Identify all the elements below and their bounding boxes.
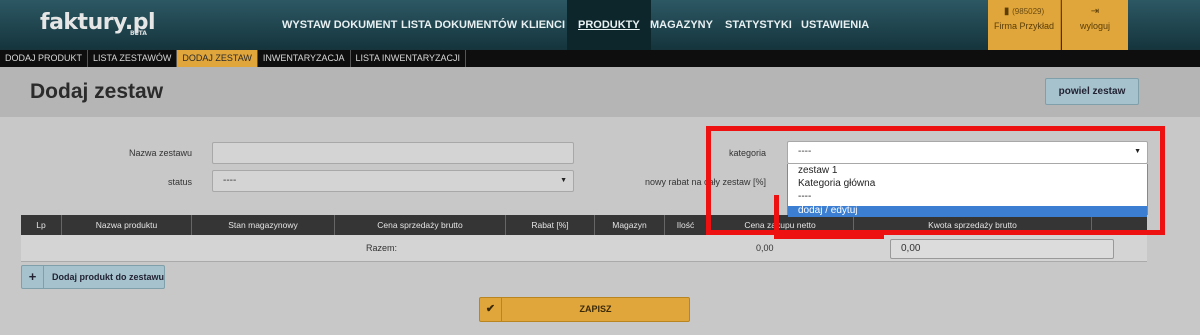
sub-nav: DODAJ PRODUKT LISTA ZESTAWÓW DODAJ ZESTA… [0, 50, 1200, 67]
subnav-lista-zestawow[interactable]: LISTA ZESTAWÓW [88, 50, 178, 67]
status-select[interactable]: ---- ▼ [212, 170, 574, 192]
firm-name: Firma Przykład [993, 21, 1054, 31]
duplicate-set-button[interactable]: powiel zestaw [1045, 78, 1139, 105]
col-sale-price: Cena sprzedaży brutto [335, 215, 506, 235]
col-discount: Rabat [%] [506, 215, 595, 235]
sale-gross-total-field[interactable]: 0,00 [890, 239, 1114, 259]
firm-nip: (985029) [1012, 7, 1045, 16]
save-button[interactable]: ✔ ZAPISZ [479, 297, 690, 322]
check-icon: ✔ [480, 298, 502, 321]
subnav-dodaj-produkt[interactable]: DODAJ PRODUKT [0, 50, 89, 67]
nav-magazyny[interactable]: MAGAZYNY [639, 0, 724, 50]
status-value: ---- [223, 175, 237, 186]
col-warehouse: Magazyn [595, 215, 665, 235]
nav-ustawienia[interactable]: USTAWIENIA [790, 0, 880, 50]
top-bar: faktury.pl BETA WYSTAW DOKUMENT LISTA DO… [0, 0, 1200, 50]
col-purchase-net: Cena zakupu netto [707, 215, 854, 235]
save-label: ZAPISZ [579, 304, 612, 314]
col-product-name: Nazwa produktu [62, 215, 192, 235]
page-title: Dodaj zestaw [30, 80, 164, 103]
chevron-down-icon: ▼ [1134, 148, 1141, 155]
chevron-down-icon: ▼ [560, 177, 567, 184]
subnav-inwentaryzacja[interactable]: INWENTARYZACJA [258, 50, 351, 67]
col-stock: Stan magazynowy [192, 215, 335, 235]
purchase-net-total: 0,00 [756, 243, 774, 253]
subnav-dodaj-zestaw[interactable]: DODAJ ZESTAW [177, 50, 258, 67]
category-option-zestaw-1[interactable]: zestaw 1 [788, 166, 1147, 176]
category-select[interactable]: ---- ▼ [787, 141, 1148, 164]
category-label: kategoria [728, 148, 766, 158]
logout-button[interactable]: ⇥ wyloguj [1062, 0, 1128, 50]
category-option-kategoria-glowna[interactable]: Kategoria główna [788, 179, 1147, 189]
set-name-label: Nazwa zestawu [128, 148, 192, 158]
logout-label: wyloguj [1079, 21, 1110, 31]
total-label: Razem: [366, 243, 398, 253]
logo[interactable]: faktury.pl BETA [40, 10, 156, 37]
add-product-button[interactable]: + Dodaj produkt do zestawu [21, 265, 165, 289]
table-total-row: Razem: 0,00 0,00 [21, 235, 1147, 262]
category-dropdown-list: zestaw 1 Kategoria główna ---- dodaj / e… [787, 164, 1148, 217]
status-label: status [167, 177, 192, 187]
nav-wystaw-dokument[interactable]: WYSTAW DOKUMENT [271, 0, 408, 50]
products-table-header: Lp Nazwa produktu Stan magazynowy Cena s… [21, 215, 1147, 235]
building-icon: ▮ (985029) [1003, 6, 1045, 17]
category-option-empty[interactable]: ---- [788, 192, 1147, 202]
col-lp: Lp [21, 215, 62, 235]
set-name-input[interactable] [212, 142, 574, 164]
category-option-add-edit[interactable]: dodaj / edytuj [788, 206, 1147, 217]
nav-lista-dokumentow[interactable]: LISTA DOKUMENTÓW [390, 0, 528, 50]
plus-icon: + [22, 266, 44, 288]
firm-account-button[interactable]: ▮ (985029) Firma Przykład [988, 0, 1061, 50]
discount-label: nowy rabat na cały zestaw [%] [644, 177, 766, 187]
col-actions [1092, 215, 1147, 235]
add-product-label: Dodaj produkt do zestawu [52, 272, 165, 282]
logout-icon: ⇥ [1090, 6, 1100, 17]
subnav-lista-inwentaryzacji[interactable]: LISTA INWENTARYZACJI [351, 50, 467, 67]
col-sale-gross: Kwota sprzedaży brutto [854, 215, 1092, 235]
page-header: Dodaj zestaw powiel zestaw [0, 67, 1200, 117]
category-value: ---- [798, 146, 812, 157]
col-quantity: Ilość [665, 215, 707, 235]
beta-badge: BETA [130, 30, 147, 37]
